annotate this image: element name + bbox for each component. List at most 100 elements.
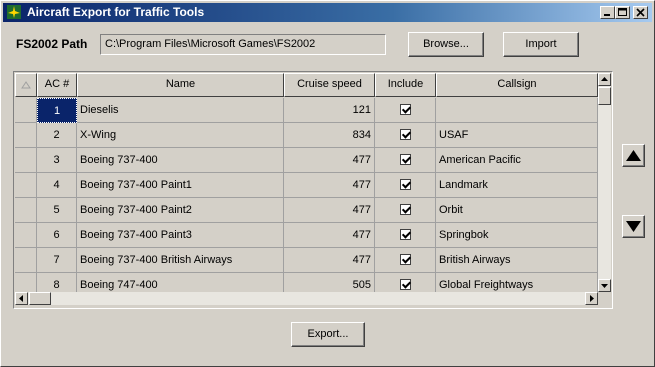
cell-callsign[interactable]: American Pacific bbox=[436, 148, 598, 173]
table-row[interactable]: 2 X-Wing 834 USAF bbox=[15, 123, 598, 148]
cell-include[interactable] bbox=[375, 173, 436, 198]
table-row[interactable]: 7 Boeing 737-400 British Airways 477 Britis… bbox=[15, 248, 598, 273]
cell-cruise-speed[interactable]: 477 bbox=[284, 173, 375, 198]
maximize-button[interactable] bbox=[615, 6, 630, 19]
up-arrow-icon bbox=[626, 150, 641, 161]
vertical-scrollbar[interactable] bbox=[598, 73, 611, 292]
cell-callsign[interactable]: Springbok bbox=[436, 223, 598, 248]
table-row[interactable]: 3 Boeing 737-400 477 American Pacific bbox=[15, 148, 598, 173]
cell-ac-number[interactable]: 1 bbox=[37, 98, 77, 123]
row-indicator[interactable] bbox=[15, 198, 37, 223]
grid-header: AC # Name Cruise speed Include Callsign bbox=[15, 73, 598, 98]
column-header-name[interactable]: Name bbox=[77, 73, 284, 97]
cell-include[interactable] bbox=[375, 273, 436, 292]
cell-cruise-speed[interactable]: 477 bbox=[284, 223, 375, 248]
scroll-up-button[interactable] bbox=[598, 73, 611, 86]
cell-name[interactable]: Dieselis bbox=[77, 98, 284, 123]
cell-ac-number[interactable]: 8 bbox=[37, 273, 77, 292]
scroll-right-icon bbox=[590, 295, 594, 302]
row-indicator[interactable] bbox=[15, 98, 37, 123]
cell-ac-number[interactable]: 7 bbox=[37, 248, 77, 273]
cell-ac-number[interactable]: 5 bbox=[37, 198, 77, 223]
browse-button[interactable]: Browse... bbox=[408, 32, 484, 57]
cell-callsign[interactable] bbox=[436, 98, 598, 123]
cell-include[interactable] bbox=[375, 223, 436, 248]
cell-include[interactable] bbox=[375, 198, 436, 223]
cell-ac-number[interactable]: 3 bbox=[37, 148, 77, 173]
row-indicator[interactable] bbox=[15, 148, 37, 173]
main-window: Aircraft Export for Traffic Tools FS2002… bbox=[0, 0, 655, 367]
column-header-callsign[interactable]: Callsign bbox=[436, 73, 598, 97]
include-checkbox[interactable] bbox=[399, 203, 411, 215]
row-indicator[interactable] bbox=[15, 123, 37, 148]
cell-cruise-speed[interactable]: 477 bbox=[284, 248, 375, 273]
cell-ac-number[interactable]: 4 bbox=[37, 173, 77, 198]
scroll-up-icon bbox=[601, 77, 608, 81]
minimize-button[interactable] bbox=[600, 6, 615, 19]
cell-cruise-speed[interactable]: 477 bbox=[284, 148, 375, 173]
scroll-down-button[interactable] bbox=[598, 279, 611, 292]
cell-include[interactable] bbox=[375, 248, 436, 273]
scroll-down-icon bbox=[601, 284, 608, 288]
cell-callsign[interactable]: Landmark bbox=[436, 173, 598, 198]
cell-callsign[interactable]: British Airways bbox=[436, 248, 598, 273]
include-checkbox[interactable] bbox=[399, 253, 411, 265]
row-indicator[interactable] bbox=[15, 173, 37, 198]
cell-include[interactable] bbox=[375, 98, 436, 123]
cell-callsign[interactable]: Orbit bbox=[436, 198, 598, 223]
vertical-scroll-thumb[interactable] bbox=[598, 87, 611, 105]
cell-cruise-speed[interactable]: 834 bbox=[284, 123, 375, 148]
include-checkbox[interactable] bbox=[399, 278, 411, 290]
cell-include[interactable] bbox=[375, 148, 436, 173]
cell-name[interactable]: Boeing 737-400 Paint3 bbox=[77, 223, 284, 248]
cell-cruise-speed[interactable]: 121 bbox=[284, 98, 375, 123]
column-header-ac[interactable]: AC # bbox=[37, 73, 77, 97]
cell-include[interactable] bbox=[375, 123, 436, 148]
cell-ac-number[interactable]: 6 bbox=[37, 223, 77, 248]
table-row[interactable]: 1 Dieselis 121 bbox=[15, 98, 598, 123]
maximize-icon bbox=[618, 8, 627, 16]
move-down-button[interactable] bbox=[622, 215, 645, 238]
cell-callsign[interactable]: USAF bbox=[436, 123, 598, 148]
horizontal-scroll-thumb[interactable] bbox=[29, 292, 51, 305]
cell-name[interactable]: Boeing 737-400 British Airways bbox=[77, 248, 284, 273]
include-checkbox[interactable] bbox=[399, 178, 411, 190]
cell-name[interactable]: Boeing 737-400 Paint2 bbox=[77, 198, 284, 223]
path-field[interactable]: C:\Program Files\Microsoft Games\FS2002 bbox=[100, 34, 386, 55]
aircraft-grid[interactable]: AC # Name Cruise speed Include Callsign … bbox=[13, 71, 613, 309]
move-up-button[interactable] bbox=[622, 144, 645, 167]
export-button[interactable]: Export... bbox=[291, 322, 365, 347]
include-checkbox[interactable] bbox=[399, 103, 411, 115]
aircraft-icon bbox=[7, 5, 21, 19]
import-button[interactable]: Import bbox=[503, 32, 579, 57]
title-bar[interactable]: Aircraft Export for Traffic Tools bbox=[3, 3, 652, 22]
cell-callsign[interactable]: Global Freightways bbox=[436, 273, 598, 292]
cell-ac-number[interactable]: 2 bbox=[37, 123, 77, 148]
include-checkbox[interactable] bbox=[399, 228, 411, 240]
window-title: Aircraft Export for Traffic Tools bbox=[27, 5, 205, 19]
row-indicator[interactable] bbox=[15, 248, 37, 273]
sort-indicator[interactable] bbox=[15, 73, 37, 97]
cell-name[interactable]: Boeing 737-400 bbox=[77, 148, 284, 173]
sort-triangle-icon bbox=[21, 81, 31, 89]
scroll-left-button[interactable] bbox=[15, 292, 28, 305]
table-row[interactable]: 5 Boeing 737-400 Paint2 477 Orbit bbox=[15, 198, 598, 223]
cell-name[interactable]: Boeing 747-400 bbox=[77, 273, 284, 292]
table-row[interactable]: 8 Boeing 747-400 505 Global Freightways bbox=[15, 273, 598, 292]
horizontal-scrollbar[interactable] bbox=[15, 292, 598, 305]
cell-name[interactable]: Boeing 737-400 Paint1 bbox=[77, 173, 284, 198]
row-indicator[interactable] bbox=[15, 223, 37, 248]
row-indicator[interactable] bbox=[15, 273, 37, 292]
include-checkbox[interactable] bbox=[399, 128, 411, 140]
grid-body: AC # Name Cruise speed Include Callsign … bbox=[15, 73, 598, 292]
close-button[interactable] bbox=[633, 6, 648, 19]
table-row[interactable]: 4 Boeing 737-400 Paint1 477 Landmark bbox=[15, 173, 598, 198]
column-header-cruise-speed[interactable]: Cruise speed bbox=[284, 73, 375, 97]
cell-name[interactable]: X-Wing bbox=[77, 123, 284, 148]
scroll-right-button[interactable] bbox=[585, 292, 598, 305]
include-checkbox[interactable] bbox=[399, 153, 411, 165]
column-header-include[interactable]: Include bbox=[375, 73, 436, 97]
cell-cruise-speed[interactable]: 477 bbox=[284, 198, 375, 223]
table-row[interactable]: 6 Boeing 737-400 Paint3 477 Springbok bbox=[15, 223, 598, 248]
cell-cruise-speed[interactable]: 505 bbox=[284, 273, 375, 292]
